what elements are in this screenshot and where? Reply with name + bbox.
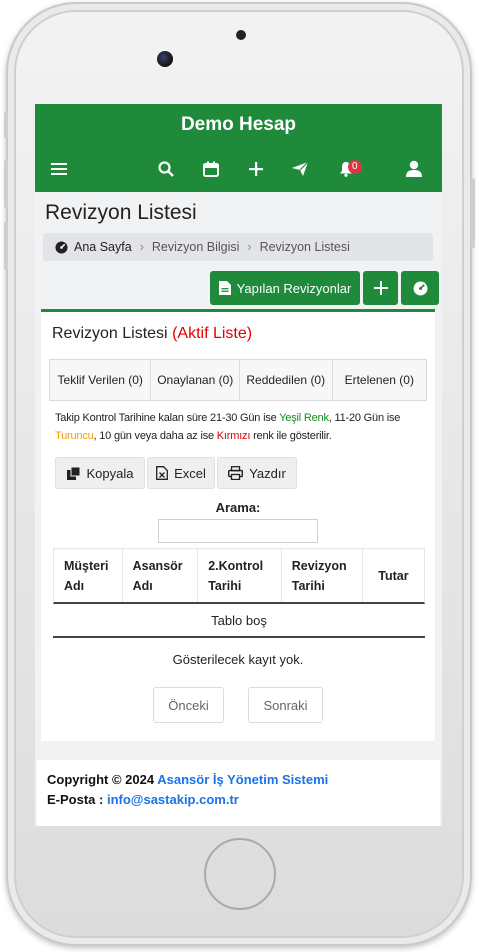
- tab-rejected[interactable]: Reddedilen (0): [240, 360, 333, 400]
- table-empty-row: Tablo boş: [53, 604, 425, 638]
- info-text: renk ile gösterilir.: [250, 430, 332, 442]
- copy-button[interactable]: Kopyala: [55, 457, 145, 489]
- phone-volume-down: [4, 222, 8, 270]
- search-icon[interactable]: [151, 154, 181, 184]
- breadcrumb-separator-icon: ›: [247, 240, 252, 254]
- top-navbar: Demo Hesap 0: [35, 104, 442, 192]
- info-orange: Turuncu: [55, 430, 94, 442]
- info-text: Takip Kontrol Tarihine kalan süre 21-30 …: [55, 412, 280, 424]
- phone-power-button: [471, 178, 475, 248]
- column-revision-date[interactable]: Revizyon Tarihi: [282, 549, 364, 602]
- done-revisions-label: Yapılan Revizyonlar: [236, 280, 352, 296]
- table-header: Müşteri Adı Asansör Adı 2.Kontrol Tarihi…: [53, 548, 425, 604]
- info-green: Yeşil Renk: [279, 412, 329, 424]
- copy-icon: [66, 466, 81, 480]
- column-amount[interactable]: Tutar: [363, 549, 424, 602]
- revision-table: Müşteri Adı Asansör Adı 2.Kontrol Tarihi…: [53, 548, 425, 638]
- system-link[interactable]: Asansör İş Yönetim Sistemi: [157, 772, 328, 787]
- column-elevator-name[interactable]: Asansör Adı: [123, 549, 199, 602]
- search-label: Arama:: [215, 500, 261, 515]
- active-list-status: (Aktif Liste): [172, 325, 253, 342]
- email-label: E-Posta :: [47, 792, 104, 807]
- phone-camera: [157, 51, 173, 67]
- plus-icon[interactable]: [241, 154, 271, 184]
- dashboard-icon: [55, 240, 68, 254]
- file-excel-icon: [156, 466, 169, 480]
- phone-side-button: [4, 112, 8, 138]
- print-label: Yazdır: [249, 465, 286, 481]
- excel-button[interactable]: Excel: [147, 457, 215, 489]
- phone-home-button[interactable]: [204, 838, 276, 910]
- previous-page-button[interactable]: Önceki: [153, 687, 224, 723]
- email-link[interactable]: info@sastakip.com.tr: [107, 792, 239, 807]
- screen: Demo Hesap 0 Revizyon Listesi Ana Sayfa …: [35, 104, 442, 826]
- page-title: Revizyon Listesi: [45, 201, 197, 224]
- tab-approved[interactable]: Onaylanan (0): [151, 360, 240, 400]
- calendar-icon[interactable]: [196, 154, 226, 184]
- card-title-text: Revizyon Listesi: [52, 325, 168, 342]
- phone-volume-up: [4, 160, 8, 208]
- print-button[interactable]: Yazdır: [217, 457, 297, 489]
- column-second-control-date[interactable]: 2.Kontrol Tarihi: [198, 549, 282, 602]
- notification-badge: 0: [348, 160, 362, 174]
- done-revisions-button[interactable]: Yapılan Revizyonlar: [210, 271, 360, 305]
- nav-icons: 0: [35, 154, 442, 184]
- no-records-text: Gösterilecek kayıt yok.: [172, 652, 304, 667]
- phone-speaker: [236, 30, 246, 40]
- send-icon[interactable]: [285, 154, 315, 184]
- bell-icon[interactable]: 0: [331, 154, 362, 184]
- tab-offered[interactable]: Teklif Verilen (0): [50, 360, 152, 400]
- breadcrumb-home[interactable]: Ana Sayfa: [74, 240, 132, 254]
- excel-label: Excel: [174, 465, 206, 481]
- add-revision-button[interactable]: [363, 271, 398, 305]
- footer: Copyright © 2024 Asansör İş Yönetim Sist…: [37, 760, 440, 826]
- color-legend-info: Takip Kontrol Tarihine kalan süre 21-30 …: [55, 409, 427, 445]
- copy-label: Kopyala: [86, 465, 134, 481]
- tab-postponed[interactable]: Ertelenen (0): [333, 360, 427, 400]
- breadcrumb-revision-info[interactable]: Revizyon Bilgisi: [152, 240, 240, 254]
- user-icon[interactable]: [399, 154, 429, 184]
- breadcrumb: Ana Sayfa › Revizyon Bilgisi › Revizyon …: [43, 233, 433, 261]
- email-line: E-Posta : info@sastakip.com.tr: [47, 790, 430, 810]
- menu-icon[interactable]: [44, 154, 74, 184]
- document-icon: [218, 281, 231, 295]
- next-page-button[interactable]: Sonraki: [248, 687, 323, 723]
- breadcrumb-separator-icon: ›: [139, 240, 144, 254]
- copyright-line: Copyright © 2024 Asansör İş Yönetim Sist…: [47, 770, 430, 790]
- breadcrumb-current: Revizyon Listesi: [259, 240, 350, 254]
- revision-list-card: Revizyon Listesi (Aktif Liste) Teklif Ve…: [41, 309, 435, 741]
- status-tabs: Teklif Verilen (0) Onaylanan (0) Reddedi…: [49, 359, 427, 401]
- copyright-text: Copyright © 2024: [47, 772, 155, 787]
- app-title[interactable]: Demo Hesap: [35, 104, 442, 146]
- column-customer-name[interactable]: Müşteri Adı: [54, 549, 123, 602]
- print-icon: [228, 466, 244, 480]
- plus-icon: [373, 281, 388, 295]
- card-title: Revizyon Listesi (Aktif Liste): [52, 325, 252, 343]
- info-text: , 10 gün veya daha az ise: [93, 430, 217, 442]
- search-input[interactable]: [158, 519, 318, 543]
- info-text: , 11-20 Gün ise: [328, 412, 401, 424]
- dashboard-button[interactable]: [401, 271, 439, 305]
- gauge-icon: [413, 281, 428, 296]
- info-red: Kırmızı: [216, 430, 251, 442]
